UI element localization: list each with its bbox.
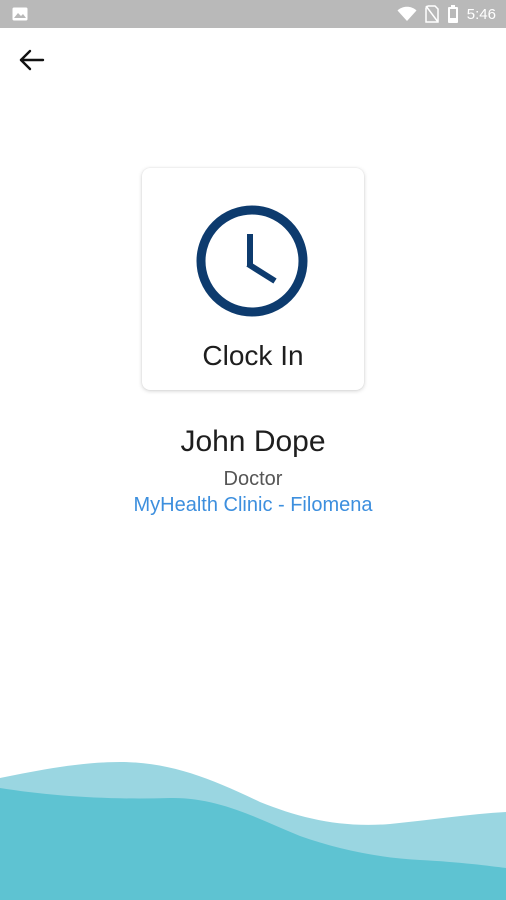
image-icon xyxy=(12,7,28,21)
status-bar: 5:46 xyxy=(0,0,506,28)
clock-in-label: Clock In xyxy=(202,340,304,371)
status-right-group: 5:46 xyxy=(397,0,496,28)
wifi-icon xyxy=(397,6,417,21)
no-sim-icon xyxy=(425,5,439,23)
arrow-left-icon xyxy=(19,49,45,71)
clock-icon xyxy=(196,205,308,317)
battery-icon xyxy=(447,5,458,23)
profile-name: John Dope xyxy=(180,425,326,458)
wave-decoration xyxy=(0,762,506,900)
back-button[interactable] xyxy=(12,42,52,78)
profile-role: Doctor xyxy=(223,468,283,490)
profile-clinic: MyHealth Clinic - Filomena xyxy=(133,494,373,516)
clock-in-button[interactable]: Clock In xyxy=(142,168,364,390)
status-time: 5:46 xyxy=(466,5,496,23)
